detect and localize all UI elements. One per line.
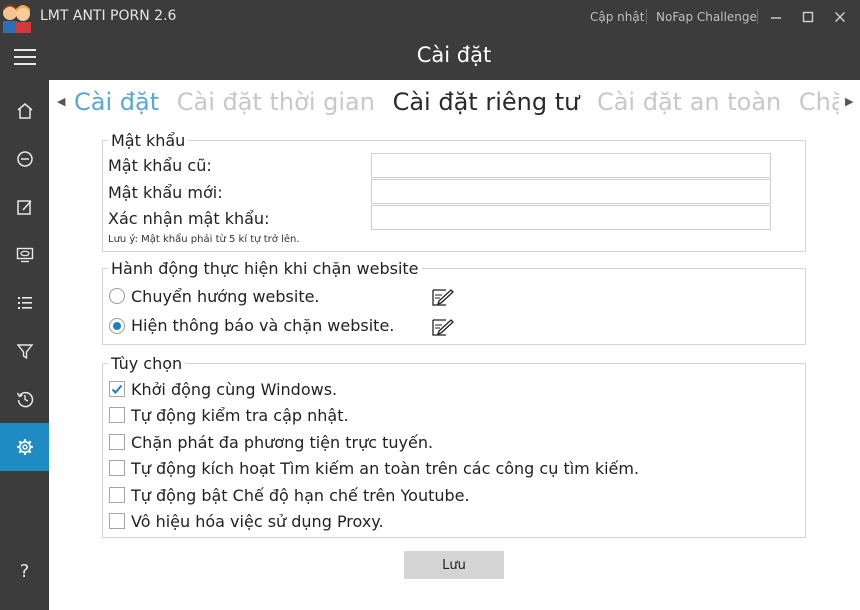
tab-privacy-settings[interactable]: Cài đặt riêng tư <box>393 88 580 116</box>
disable-proxy-checkbox[interactable] <box>109 513 125 529</box>
show-notice-block-radio[interactable] <box>109 318 125 334</box>
password-note: Lưu ý: Mật khẩu phải từ 5 kí tự trở lên. <box>108 234 300 245</box>
redirect-website-label[interactable]: Chuyển hướng website. <box>131 287 320 306</box>
edit-icon <box>16 200 32 215</box>
page-title: Cài đặt <box>416 43 492 67</box>
startup-windows-checkbox[interactable] <box>109 381 125 397</box>
disable-proxy-label[interactable]: Vô hiệu hóa việc sử dụng Proxy. <box>131 512 384 531</box>
block-icon <box>16 151 33 167</box>
edit-note-icon <box>432 319 454 336</box>
close-icon <box>835 11 845 22</box>
password-group: Mật khẩu Mật khẩu cũ: Mật khẩu mới: Xác … <box>102 131 806 252</box>
tab-general-settings[interactable]: Cài đặt <box>74 88 159 116</box>
sidebar-item-monitor[interactable] <box>0 231 49 279</box>
sidebar-item-settings[interactable] <box>0 423 49 471</box>
password-group-title: Mật khẩu <box>108 131 189 150</box>
options-group: Tùy chọn Khởi động cùng Windows. Tự động… <box>102 354 806 538</box>
history-icon <box>16 391 33 408</box>
title-bar: LMT ANTI PORN 2.6 Cập nhật NoFap Challen… <box>0 0 860 33</box>
gear-icon <box>16 439 33 455</box>
sidebar-item-list[interactable] <box>0 279 49 327</box>
safe-search-checkbox[interactable] <box>109 460 125 476</box>
old-password-label: Mật khẩu cũ: <box>108 156 212 175</box>
edit-redirect-button[interactable] <box>430 286 456 308</box>
block-action-group-title: Hành động thực hiện khi chặn website <box>108 259 422 278</box>
checkmark-icon <box>111 384 123 394</box>
sidebar-item-block[interactable] <box>0 135 49 183</box>
confirm-password-field[interactable] <box>371 205 771 230</box>
tab-scroll-right-icon[interactable]: ▶ <box>845 95 853 108</box>
new-password-label: Mật khẩu mới: <box>108 183 223 202</box>
minimize-icon <box>771 16 781 19</box>
auto-update-label[interactable]: Tự động kiểm tra cập nhật. <box>131 406 349 425</box>
block-action-group: Hành động thực hiện khi chặn website Chu… <box>102 259 806 345</box>
sidebar-item-filter[interactable] <box>0 327 49 375</box>
tab-viewport: Cài đặt Cài đặt thời gian Cài đặt riêng … <box>58 88 839 124</box>
monitor-eye-icon <box>16 247 33 263</box>
help-button[interactable]: ? <box>0 561 49 591</box>
title-separator <box>646 9 647 24</box>
tab-time-settings[interactable]: Cài đặt thời gian <box>177 88 375 116</box>
list-icon <box>17 297 32 309</box>
filter-icon <box>16 344 33 360</box>
close-button[interactable] <box>824 0 856 33</box>
sidebar: ? <box>0 80 49 610</box>
home-icon <box>17 103 32 119</box>
startup-windows-label[interactable]: Khởi động cùng Windows. <box>131 380 337 399</box>
sidebar-item-edit[interactable] <box>0 183 49 231</box>
tab-block[interactable]: Chặn c <box>799 88 839 116</box>
show-notice-block-label[interactable]: Hiện thông báo và chặn website. <box>131 316 394 335</box>
new-password-field[interactable] <box>371 179 771 204</box>
safe-search-label[interactable]: Tự động kích hoạt Tìm kiếm an toàn trên … <box>131 459 639 478</box>
tab-safety-settings[interactable]: Cài đặt an toàn <box>597 88 781 116</box>
edit-notice-button[interactable] <box>430 316 456 338</box>
old-password-field[interactable] <box>371 153 771 178</box>
options-group-title: Tùy chọn <box>108 354 186 373</box>
save-button[interactable]: Lưu <box>404 551 504 579</box>
app-title: LMT ANTI PORN 2.6 <box>40 8 177 24</box>
youtube-restricted-label[interactable]: Tự động bật Chế độ hạn chế trên Youtube. <box>131 486 470 505</box>
auto-update-checkbox[interactable] <box>109 407 125 423</box>
header-bar: Cài đặt <box>0 33 860 80</box>
sidebar-item-history[interactable] <box>0 375 49 423</box>
tab-list: Cài đặt Cài đặt thời gian Cài đặt riêng … <box>74 88 839 116</box>
block-media-label[interactable]: Chặn phát đa phương tiện trực tuyến. <box>131 433 433 452</box>
title-separator <box>757 9 758 24</box>
sidebar-item-home[interactable] <box>0 87 49 135</box>
block-media-checkbox[interactable] <box>109 434 125 450</box>
app-logo-icon <box>3 4 31 33</box>
update-link[interactable]: Cập nhật <box>590 10 644 24</box>
confirm-password-label: Xác nhận mật khẩu: <box>108 209 270 228</box>
youtube-restricted-checkbox[interactable] <box>109 487 125 503</box>
nofap-challenge-link[interactable]: NoFap Challenge <box>656 10 757 24</box>
minimize-button[interactable] <box>760 0 792 33</box>
edit-note-icon <box>432 289 454 306</box>
maximize-icon <box>802 11 814 22</box>
maximize-button[interactable] <box>792 0 824 33</box>
redirect-website-radio[interactable] <box>109 288 125 304</box>
